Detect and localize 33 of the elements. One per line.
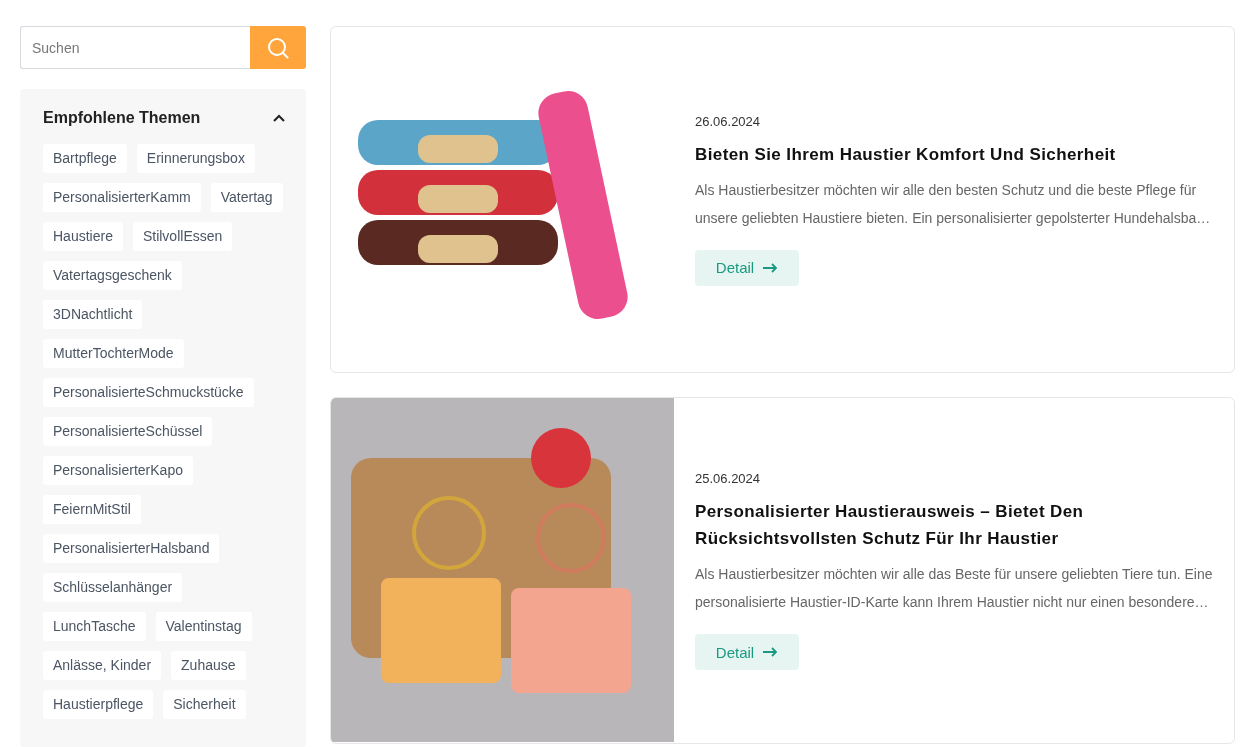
panel-title: Empfohlene Themen: [43, 109, 201, 127]
topic-tag[interactable]: MutterTochterMode: [43, 339, 184, 368]
topic-tag[interactable]: Erinnerungsbox: [136, 144, 255, 173]
topic-tag[interactable]: StilvollEssen: [132, 222, 233, 251]
topic-tag[interactable]: Haustierpflege: [43, 690, 154, 719]
topic-tag[interactable]: PersonalisierteSchüssel: [43, 417, 213, 446]
topic-tag[interactable]: Anlässe, Kinder: [43, 651, 162, 680]
topic-tag[interactable]: PersonalisierterKapo: [43, 456, 193, 485]
topic-tag[interactable]: Zuhause: [171, 651, 246, 680]
search-icon: [267, 36, 289, 59]
topic-tag[interactable]: Valentinstag: [155, 612, 252, 641]
arrow-icon: [763, 262, 779, 273]
article-excerpt: Als Haustierbesitzer möchten wir alle den besten Schutz und die beste Pflege für unsere geliebten Haustiere bieten. Ein personalisierter gepolsterter Hundehalsba…: [695, 180, 1212, 228]
topic-tag[interactable]: PersonalisierterHalsband: [43, 534, 220, 563]
topic-tag[interactable]: Sicherheit: [163, 690, 246, 719]
topic-tag[interactable]: Bartpflege: [43, 144, 127, 173]
topic-tag[interactable]: FeiernMitStil: [43, 495, 141, 524]
topic-tag[interactable]: PersonalisierterKamm: [43, 183, 201, 212]
topic-tag[interactable]: Vatertagsgeschenk: [43, 261, 182, 290]
search-field[interactable]: Suchen: [20, 26, 250, 69]
article-title[interactable]: Bieten Sie Ihrem Haustier Komfort Und Sicherheit: [695, 140, 1214, 168]
article-excerpt: Als Haustierbesitzer möchten wir alle das Beste für unsere geliebten Tiere tun. Eine personalisierte Haustier-ID-Karte kann Ihrem Haustier nicht nur einen besondere…: [695, 565, 1214, 612]
article-title[interactable]: Personalisierter Haustierausweis – Bietet Den Rücksichtsvollsten Schutz Für Ihr Haustier: [695, 498, 1214, 552]
topic-tag[interactable]: Vatertag: [210, 183, 283, 212]
topic-tag[interactable]: 3DNachtlicht: [43, 300, 143, 329]
article-date: 25.06.2024: [695, 471, 762, 486]
chevron-icon[interactable]: [272, 113, 286, 123]
topic-tag[interactable]: Haustiere: [43, 222, 123, 251]
arrow-icon: [763, 647, 779, 657]
topic-tag[interactable]: Schlüsselanhänger: [43, 573, 183, 602]
topic-tag[interactable]: PersonalisierteSchmuckstücke: [43, 378, 254, 407]
topic-tag[interactable]: LunchTasche: [43, 612, 146, 641]
article-date: 26.06.2024: [695, 113, 762, 129]
